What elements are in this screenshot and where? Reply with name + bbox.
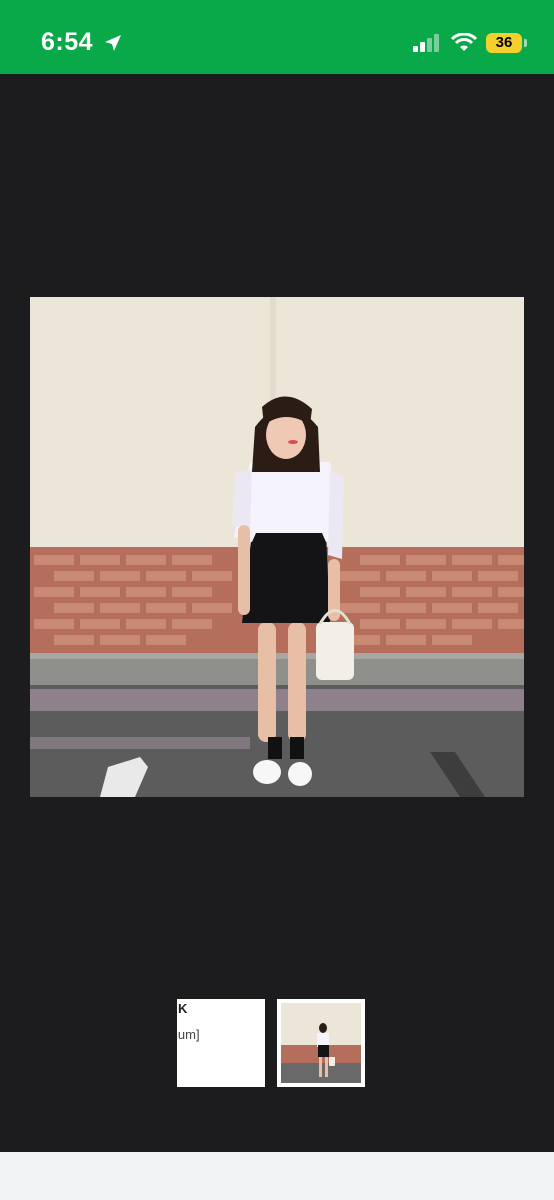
main-product-photo[interactable] xyxy=(30,297,524,797)
bottom-bar xyxy=(0,1152,554,1200)
thumbnail-1[interactable]: K ium] xyxy=(177,999,265,1087)
battery-cap xyxy=(524,39,527,47)
location-arrow-icon xyxy=(103,33,123,53)
battery-icon: 36 xyxy=(486,33,522,53)
wifi-icon xyxy=(450,32,478,53)
thumbnail-2[interactable] xyxy=(277,999,365,1087)
thumbnail-2-image xyxy=(281,1003,361,1083)
status-bar: 6:54 36 xyxy=(0,0,554,74)
thumbnail-text-line-2: ium] xyxy=(177,1027,200,1042)
thumbnail-text-line-1: K xyxy=(178,1001,188,1016)
status-time: 6:54 xyxy=(41,28,94,56)
cellular-signal-icon xyxy=(413,33,443,53)
